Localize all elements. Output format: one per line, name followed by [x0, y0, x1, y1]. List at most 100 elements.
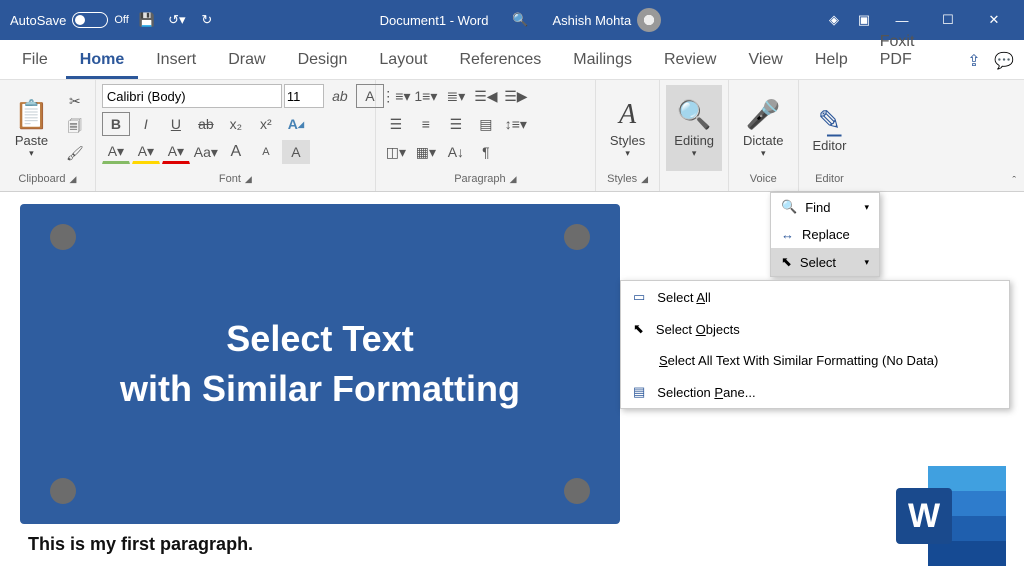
- shading-icon[interactable]: ◫▾: [382, 140, 410, 164]
- tab-file[interactable]: File: [8, 43, 62, 79]
- dictate-button[interactable]: 🎤 Dictate ▾: [735, 85, 791, 171]
- format-painter-icon[interactable]: 🖌: [61, 142, 89, 166]
- dot-icon: [50, 224, 76, 250]
- editing-button[interactable]: 🔍 Editing ▾: [666, 85, 722, 171]
- char-shading-button[interactable]: A: [282, 140, 310, 164]
- save-icon[interactable]: 💾: [135, 8, 159, 32]
- underline-button[interactable]: U: [162, 112, 190, 136]
- editor-button[interactable]: ✎̲ Editor: [805, 85, 855, 171]
- line-spacing-icon[interactable]: ↕≡▾: [502, 112, 530, 136]
- highlight2-button[interactable]: A▾: [132, 140, 160, 164]
- tab-help[interactable]: Help: [801, 43, 862, 79]
- comments-icon[interactable]: 💬: [992, 49, 1016, 73]
- tabs: File Home Insert Draw Design Layout Refe…: [0, 40, 1024, 80]
- decrease-indent-icon[interactable]: ☰◀: [472, 84, 500, 108]
- paste-button[interactable]: 📋 Paste ▾: [6, 85, 57, 171]
- select-similar-item[interactable]: Select All Text With Similar Formatting …: [621, 345, 1009, 376]
- sort-icon[interactable]: A↓: [442, 140, 470, 164]
- clear-format-icon[interactable]: ab: [326, 84, 354, 108]
- group-voice: 🎤 Dictate ▾ Voice: [729, 80, 798, 191]
- tab-mailings[interactable]: Mailings: [559, 43, 646, 79]
- clipboard-icon: 📋: [14, 97, 49, 133]
- dialog-launcher-icon[interactable]: ◢: [70, 174, 77, 185]
- strike-button[interactable]: ab: [192, 112, 220, 136]
- tab-home[interactable]: Home: [66, 43, 138, 79]
- shrink-font-button[interactable]: A: [252, 140, 280, 164]
- word-logo: W: [896, 466, 1006, 566]
- avatar[interactable]: [637, 8, 661, 32]
- search-icon: 🔍: [781, 199, 797, 215]
- cursor-icon: ⬉: [633, 321, 644, 337]
- word-badge: W: [896, 488, 952, 544]
- tab-layout[interactable]: Layout: [365, 43, 441, 79]
- replace-item[interactable]: ↔ Replace: [771, 221, 879, 248]
- group-styles: A Styles ▾ Styles◢: [596, 80, 660, 191]
- bold-button[interactable]: B: [102, 112, 130, 136]
- dialog-launcher-icon[interactable]: ◢: [510, 174, 517, 185]
- tab-review[interactable]: Review: [650, 43, 730, 79]
- align-center-icon[interactable]: ≡: [412, 112, 440, 136]
- select-all-icon: ▭: [633, 289, 645, 305]
- document-title: Document1 - Word: [380, 13, 489, 28]
- autosave-label: AutoSave: [10, 13, 66, 28]
- card-line1: Select Text: [226, 318, 413, 360]
- dialog-launcher-icon[interactable]: ◢: [245, 174, 252, 185]
- bullets-icon[interactable]: ⋮≡▾: [382, 84, 410, 108]
- justify-icon[interactable]: ▤: [472, 112, 500, 136]
- redo-icon[interactable]: ↻: [195, 8, 219, 32]
- select-objects-item[interactable]: ⬉ Select Objects: [621, 313, 1009, 345]
- cut-icon[interactable]: ✂: [61, 90, 89, 114]
- dialog-launcher-icon[interactable]: ◢: [641, 174, 648, 185]
- tab-foxit-pdf[interactable]: Foxit PDF: [866, 25, 958, 79]
- styles-button[interactable]: A Styles ▾: [602, 85, 653, 171]
- font-size-input[interactable]: [284, 84, 324, 108]
- share-icon[interactable]: ⇪: [962, 49, 986, 73]
- align-left-icon[interactable]: ☰: [382, 112, 410, 136]
- first-paragraph: This is my first paragraph.: [28, 534, 253, 555]
- tab-draw[interactable]: Draw: [214, 43, 279, 79]
- select-all-label: Select All: [657, 290, 710, 305]
- tab-view[interactable]: View: [734, 43, 796, 79]
- highlight-button[interactable]: A▾: [102, 140, 130, 164]
- font-name-input[interactable]: [102, 84, 282, 108]
- styles-icon: A: [619, 97, 636, 133]
- subscript-button[interactable]: x₂: [222, 112, 250, 136]
- selection-pane-label: Selection Pane...: [657, 385, 755, 400]
- dot-icon: [564, 478, 590, 504]
- diamond-icon[interactable]: ◈: [822, 8, 846, 32]
- change-case-button[interactable]: Aa▾: [192, 140, 220, 164]
- group-editing: 🔍 Editing ▾: [660, 80, 729, 191]
- select-similar-label: Select All Text With Similar Formatting …: [659, 353, 938, 368]
- pane-icon: ▤: [633, 384, 645, 400]
- align-right-icon[interactable]: ☰: [442, 112, 470, 136]
- multilevel-icon[interactable]: ≣▾: [442, 84, 470, 108]
- increase-indent-icon[interactable]: ☰▶: [502, 84, 530, 108]
- search-icon: 🔍: [677, 97, 712, 133]
- search-icon[interactable]: 🔍: [508, 8, 532, 32]
- borders-icon[interactable]: ▦▾: [412, 140, 440, 164]
- autosave-toggle[interactable]: [72, 12, 108, 28]
- show-marks-icon[interactable]: ¶: [472, 140, 500, 164]
- grow-font-button[interactable]: A: [222, 140, 250, 164]
- chevron-down-icon: ▾: [864, 257, 869, 268]
- select-all-item[interactable]: ▭ Select All: [621, 281, 1009, 313]
- select-submenu: ▭ Select All ⬉ Select Objects Select All…: [620, 280, 1010, 409]
- title-card: Select Text with Similar Formatting: [20, 204, 620, 524]
- tab-design[interactable]: Design: [284, 43, 362, 79]
- text-effects-button[interactable]: A◢: [282, 112, 310, 136]
- find-item[interactable]: 🔍 Find ▾: [771, 193, 879, 221]
- copy-icon[interactable]: 🗐: [61, 116, 89, 140]
- group-paragraph: ⋮≡▾ 1≡▾ ≣▾ ☰◀ ☰▶ ☰ ≡ ☰ ▤ ↕≡▾ ◫▾ ▦▾ A↓ ¶ …: [376, 80, 596, 191]
- font-color-button[interactable]: A▾: [162, 140, 190, 164]
- numbering-icon[interactable]: 1≡▾: [412, 84, 440, 108]
- tab-references[interactable]: References: [445, 43, 555, 79]
- superscript-button[interactable]: x²: [252, 112, 280, 136]
- group-font: ab A B I U ab x₂ x² A◢ A▾ A▾ A▾ Aa▾ A A …: [96, 80, 376, 191]
- italic-button[interactable]: I: [132, 112, 160, 136]
- select-item[interactable]: ⬉ Select ▾: [771, 248, 879, 276]
- tab-insert[interactable]: Insert: [142, 43, 210, 79]
- close-button[interactable]: ✕: [974, 5, 1014, 35]
- undo-icon[interactable]: ↺▾: [165, 8, 189, 32]
- collapse-ribbon-icon[interactable]: ˆ: [1012, 175, 1016, 187]
- selection-pane-item[interactable]: ▤ Selection Pane...: [621, 376, 1009, 408]
